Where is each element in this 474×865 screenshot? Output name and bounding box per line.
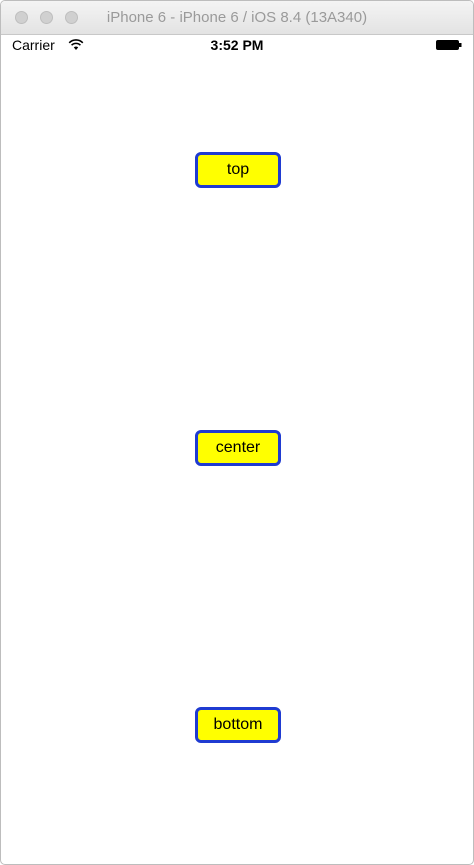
center-button[interactable]: center xyxy=(195,430,281,466)
window-title: iPhone 6 - iPhone 6 / iOS 8.4 (13A340) xyxy=(106,9,368,26)
device-screen: Carrier 3:52 PM top center bottom xyxy=(3,35,471,863)
battery-icon xyxy=(436,40,462,50)
status-bar: Carrier 3:52 PM xyxy=(3,35,471,55)
top-button[interactable]: top xyxy=(195,152,281,188)
status-time: 3:52 PM xyxy=(210,37,264,53)
simulator-window: iPhone 6 - iPhone 6 / iOS 8.4 (13A340) C… xyxy=(0,0,474,865)
bottom-button[interactable]: bottom xyxy=(195,707,281,743)
title-bar: iPhone 6 - iPhone 6 / iOS 8.4 (13A340) xyxy=(1,1,473,35)
